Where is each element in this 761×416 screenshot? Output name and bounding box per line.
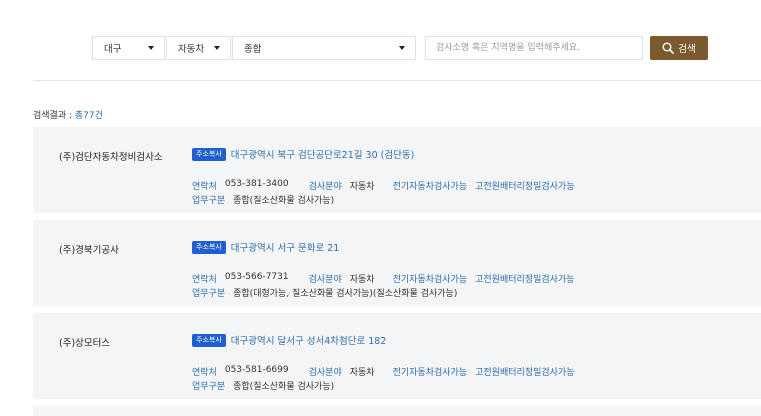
work-type-label: 업무구분 <box>192 289 226 299</box>
region-select[interactable]: 대구 <box>92 36 165 60</box>
ev-inspection-tag: 전기자동차검사가능 <box>392 182 468 192</box>
contact-label: 연락처 <box>192 182 217 192</box>
company-name: (주)경북기공사 <box>59 245 119 256</box>
search-input[interactable] <box>425 36 643 60</box>
field-value: 자동차 <box>349 275 375 285</box>
battery-inspection-tag: 고전원배터리정밀검사가능 <box>475 368 575 378</box>
field-label: 검사분야 <box>308 368 342 378</box>
caret-down-icon <box>148 46 154 50</box>
inspection-class-select[interactable]: 종합 <box>232 36 416 60</box>
divider <box>33 80 761 81</box>
work-type-row: 업무구분 종합(질소산화물 검사가능) <box>192 379 334 392</box>
copy-address-button[interactable]: 주소복사 <box>192 147 226 161</box>
ev-inspection-tag: 전기자동차검사가능 <box>392 368 468 378</box>
work-type-value: 종합(대형가능, 질소산화물 검사가능)(질소산화물 검사가능) <box>233 289 458 299</box>
company-name: (주)상모터스 <box>59 338 111 349</box>
work-type-value: 종합(질소산화물 검사가능) <box>233 196 335 206</box>
inspection-class-select-value: 종합 <box>244 44 262 55</box>
work-type-label: 업무구분 <box>192 382 226 392</box>
phone-value: 053-581-6699 <box>224 365 289 375</box>
caret-down-icon <box>214 46 220 50</box>
work-type-value: 종합(질소산화물 검사가능) <box>233 382 335 392</box>
result-count-value: 총77건 <box>74 111 103 121</box>
field-label: 검사분야 <box>308 275 342 285</box>
address-row: 주소복사 대구광역시 달서구 성서4차첨단로 182 <box>192 333 386 347</box>
region-select-value: 대구 <box>104 44 122 55</box>
copy-address-button[interactable]: 주소복사 <box>192 333 226 347</box>
work-type-row: 업무구분 종합(대형가능, 질소산화물 검사가능)(질소산화물 검사가능) <box>192 286 457 299</box>
vehicle-type-select-value: 자동차 <box>178 44 205 55</box>
search-button-label: 검색 <box>678 44 696 55</box>
vehicle-type-select[interactable]: 자동차 <box>166 36 231 60</box>
info-row: 연락처 053-566-7731 검사분야 자동차 전기자동차검사가능 고전원배… <box>192 272 574 285</box>
result-count: 검색결과 : 총77건 <box>33 108 103 121</box>
result-item: (주)검단자동차정비검사소 주소복사 대구광역시 북구 검단공단로21길 30 … <box>33 127 761 213</box>
result-item: (주)상모터스 주소복사 대구광역시 달서구 성서4차첨단로 182 연락처 0… <box>33 313 761 399</box>
result-count-label: 검색결과 : <box>33 111 75 121</box>
field-label: 검사분야 <box>308 182 342 192</box>
work-type-label: 업무구분 <box>192 196 226 206</box>
ev-inspection-tag: 전기자동차검사가능 <box>392 275 468 285</box>
contact-label: 연락처 <box>192 275 217 285</box>
phone-value: 053-381-3400 <box>224 179 289 189</box>
copy-address-button[interactable]: 주소복사 <box>192 240 226 254</box>
address-row: 주소복사 대구광역시 서구 문화로 21 <box>192 240 339 254</box>
result-item <box>33 406 761 416</box>
phone-value: 053-566-7731 <box>224 272 289 282</box>
battery-inspection-tag: 고전원배터리정밀검사가능 <box>475 182 575 192</box>
search-button[interactable]: 검색 <box>650 36 708 60</box>
search-bar: 대구 자동차 종합 <box>92 36 417 60</box>
address-link[interactable]: 대구광역시 서구 문화로 21 <box>231 240 340 254</box>
field-value: 자동차 <box>349 368 375 378</box>
address-link[interactable]: 대구광역시 달서구 성서4차첨단로 182 <box>231 333 387 347</box>
contact-label: 연락처 <box>192 368 217 378</box>
caret-down-icon <box>399 46 405 50</box>
address-link[interactable]: 대구광역시 북구 검단공단로21길 30 (검단동) <box>231 147 415 161</box>
info-row: 연락처 053-381-3400 검사분야 자동차 전기자동차검사가능 고전원배… <box>192 179 574 192</box>
battery-inspection-tag: 고전원배터리정밀검사가능 <box>475 275 575 285</box>
result-item: (주)경북기공사 주소복사 대구광역시 서구 문화로 21 연락처 053-56… <box>33 220 761 306</box>
work-type-row: 업무구분 종합(질소산화물 검사가능) <box>192 193 334 206</box>
company-name: (주)검단자동차정비검사소 <box>59 152 163 163</box>
address-row: 주소복사 대구광역시 북구 검단공단로21길 30 (검단동) <box>192 147 414 161</box>
search-icon <box>662 42 675 54</box>
field-value: 자동차 <box>349 182 375 192</box>
info-row: 연락처 053-581-6699 검사분야 자동차 전기자동차검사가능 고전원배… <box>192 365 574 378</box>
